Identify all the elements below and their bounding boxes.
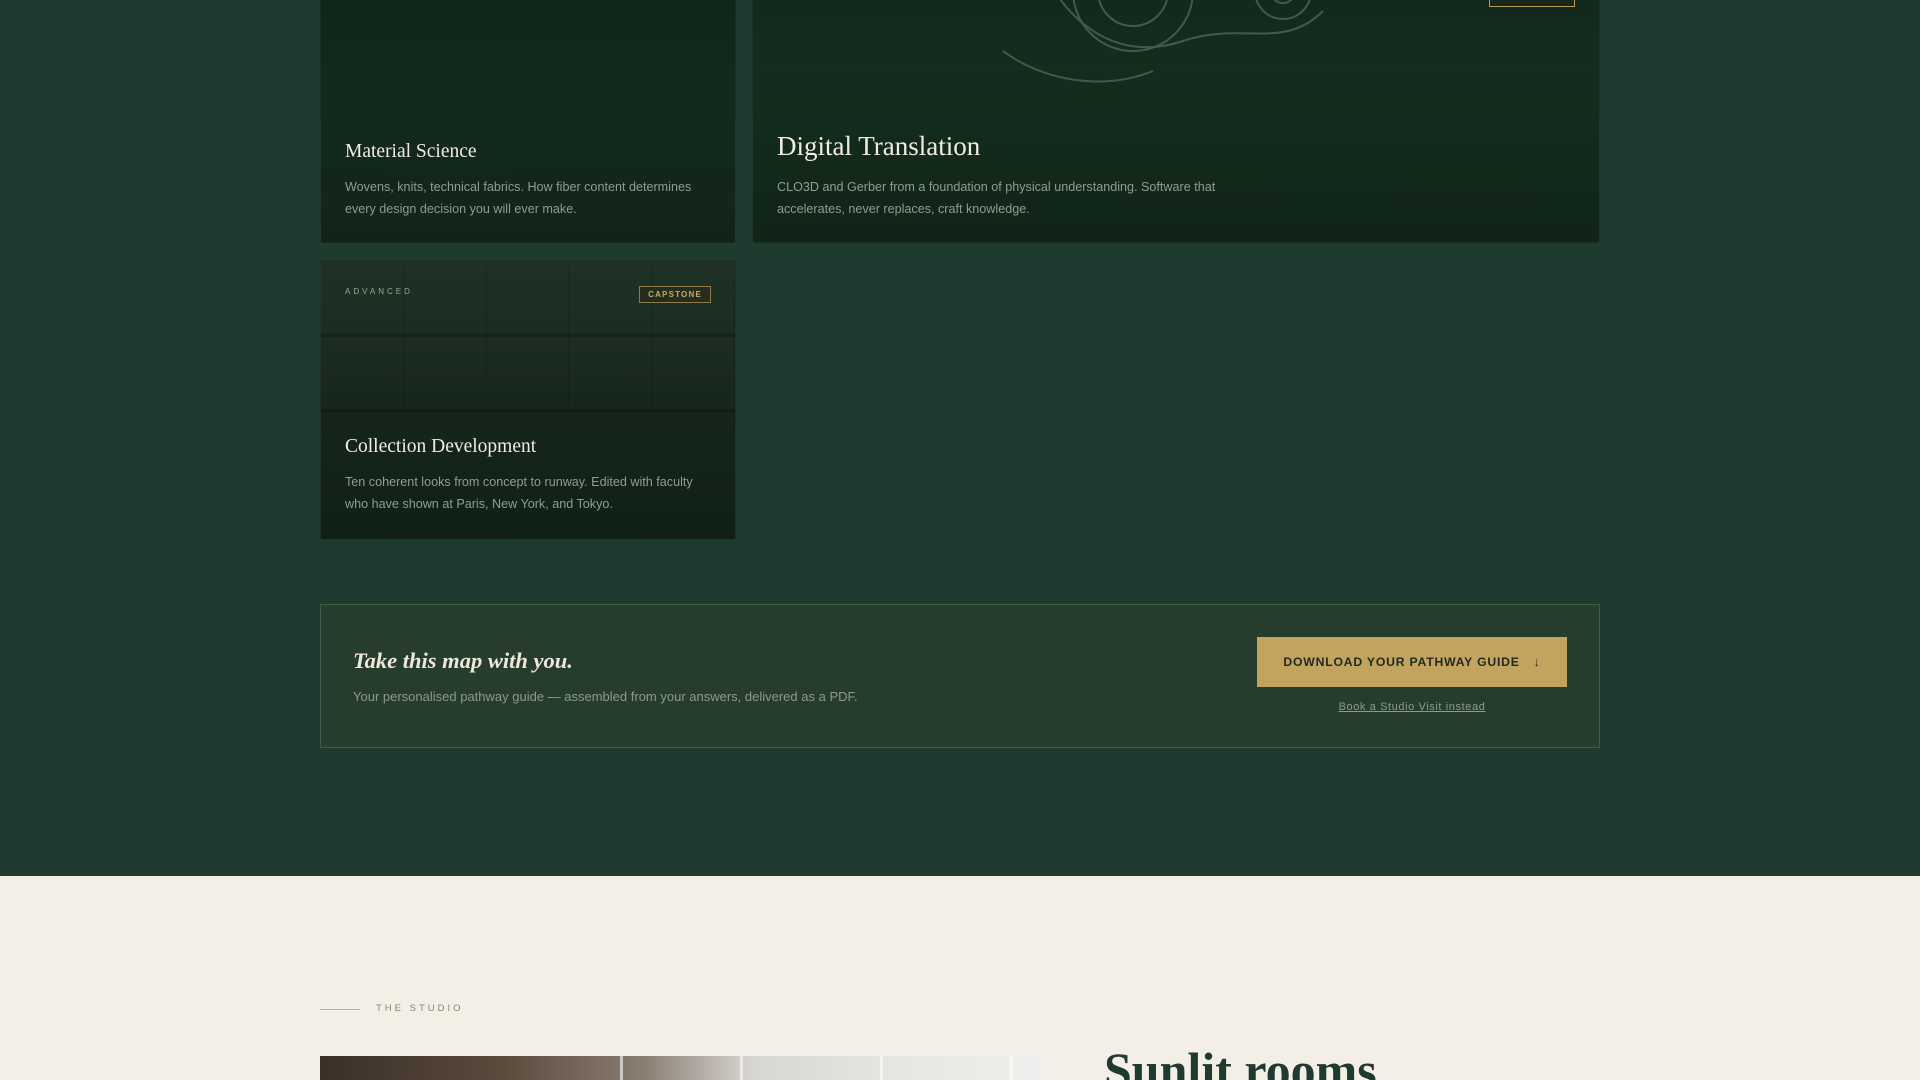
card-description: CLO3D and Gerber from a foundation of ph… xyxy=(777,180,1216,216)
download-pathway-guide-button[interactable]: DOWNLOAD YOUR PATHWAY GUIDE ↓ xyxy=(1257,637,1567,687)
pathway-guide-cta: Take this map with you. Your personalise… xyxy=(320,604,1600,748)
pathway-section: Material Science Wovens, knits, technica… xyxy=(0,0,1920,876)
card-level-label: ADVANCED xyxy=(345,287,413,296)
card-digital-translation[interactable]: Digital Translation CLO3D and Gerber fro… xyxy=(752,0,1600,243)
card-description: Ten coherent looks from concept to runwa… xyxy=(345,475,693,511)
card-title: Digital Translation xyxy=(777,131,981,161)
download-button-label: DOWNLOAD YOUR PATHWAY GUIDE xyxy=(1283,655,1520,669)
card-title: Material Science xyxy=(345,141,477,162)
studio-photo xyxy=(320,1056,1040,1080)
arrow-down-icon: ↓ xyxy=(1533,655,1541,669)
card-collection-development[interactable]: ADVANCED CAPSTONE Collection Development… xyxy=(320,260,736,540)
cta-title: Take this map with you. xyxy=(353,648,573,673)
studio-section: THE STUDIO Sunlit rooms xyxy=(0,876,1920,1080)
eyebrow-divider xyxy=(320,1009,360,1010)
cta-subtitle: Your personalised pathway guide — assemb… xyxy=(353,689,858,704)
book-studio-visit-link[interactable]: Book a Studio Visit instead xyxy=(1257,701,1567,713)
studio-eyebrow: THE STUDIO xyxy=(376,1003,464,1014)
card-material-science[interactable]: Material Science Wovens, knits, technica… xyxy=(320,0,736,243)
capstone-badge: CAPSTONE xyxy=(639,286,711,303)
card-title: Collection Development xyxy=(345,436,537,457)
studio-heading: Sunlit rooms xyxy=(1104,1042,1377,1080)
card-description: Wovens, knits, technical fabrics. How fi… xyxy=(345,180,692,216)
card-badge xyxy=(1489,0,1575,7)
